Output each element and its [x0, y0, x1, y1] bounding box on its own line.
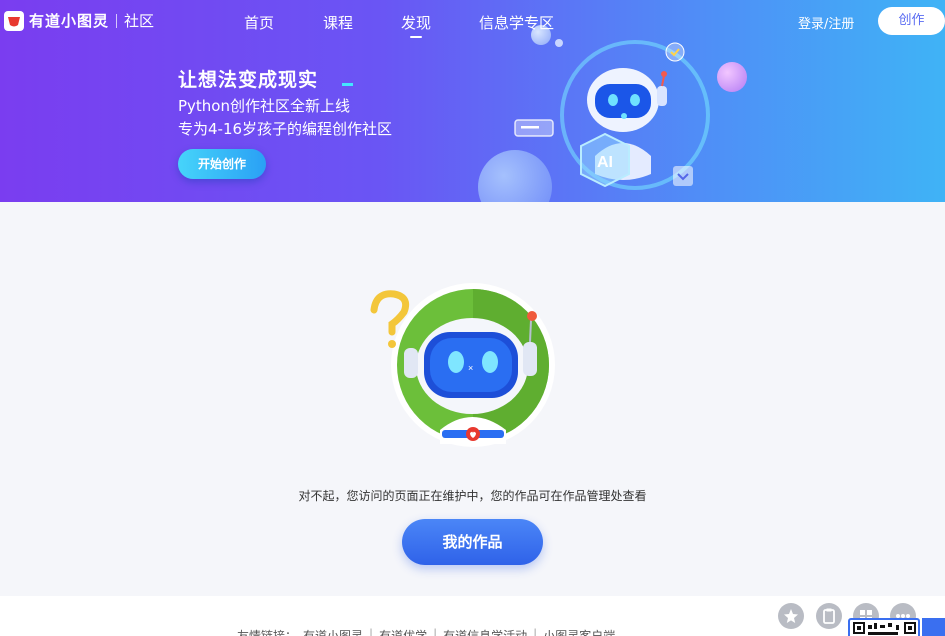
nav-discover[interactable]: 发现	[401, 12, 432, 38]
svg-text:×: ×	[468, 363, 473, 373]
nav-home[interactable]: 首页	[244, 12, 274, 33]
footer-divider: |	[433, 627, 438, 636]
banner-title: 让想法变成现实	[178, 69, 319, 91]
banner-description: 专为4-16岁孩子的编程创作社区	[178, 120, 393, 138]
nav-informatics[interactable]: 信息学专区	[479, 12, 554, 33]
logo-icon	[4, 10, 24, 31]
clipboard-icon	[823, 608, 835, 624]
qr-panel-tab[interactable]	[922, 618, 945, 636]
qr-code-icon	[853, 622, 916, 635]
footer-divider: |	[533, 627, 538, 636]
hero-banner: AI 有道小图灵 社区 首页 课程 发现 信息学专区 登录/注册 创作 让想法变…	[0, 0, 945, 202]
svg-text:AI: AI	[597, 154, 613, 171]
footer-label: 友情链接：	[237, 629, 298, 636]
brand-logo[interactable]: 有道小图灵 社区	[4, 10, 154, 31]
banner-title-accent	[342, 83, 353, 86]
qr-code-panel[interactable]	[848, 618, 920, 636]
footer-link[interactable]: 有道小图灵	[303, 627, 363, 636]
login-register-link[interactable]: 登录/注册	[798, 13, 854, 32]
nav-active-indicator	[410, 36, 422, 38]
nav-courses[interactable]: 课程	[323, 12, 353, 33]
create-button[interactable]: 创作	[878, 7, 945, 35]
footer-link[interactable]: 有道优学	[379, 627, 427, 636]
brand-divider	[116, 13, 118, 28]
clipboard-button[interactable]	[816, 603, 842, 629]
maintenance-message: 对不起，您访问的页面正在维护中，您的作品可在作品管理处查看	[298, 489, 647, 503]
footer-link[interactable]: 有道信息学活动	[443, 627, 527, 636]
brand-name: 有道小图灵	[29, 12, 110, 30]
my-works-button[interactable]: 我的作品	[402, 519, 543, 565]
brand-section: 社区	[124, 12, 155, 30]
hero-robot-illustration: AI	[514, 42, 693, 188]
top-nav: 有道小图灵 社区 首页 课程 发现 信息学专区 登录/注册 创作	[0, 0, 945, 42]
maintenance-section: × 对不起，您访问的页面正在维护中，您的作品可在作品管理处查看 我的作品	[0, 202, 945, 596]
maintenance-robot-illustration: ×	[370, 283, 555, 447]
start-creating-button[interactable]: 开始创作	[178, 149, 266, 179]
nav-discover-label: 发现	[401, 14, 432, 32]
footer-divider: |	[369, 627, 374, 636]
footer-link[interactable]: 小图灵客户端	[543, 627, 615, 636]
star-icon	[784, 609, 798, 623]
banner-subtitle: Python创作社区全新上线	[178, 97, 350, 115]
footer-links: 友情链接： 有道小图灵 | 有道优学 | 有道信息学活动 | 小图灵客户端	[237, 627, 621, 636]
star-button[interactable]	[778, 603, 804, 629]
